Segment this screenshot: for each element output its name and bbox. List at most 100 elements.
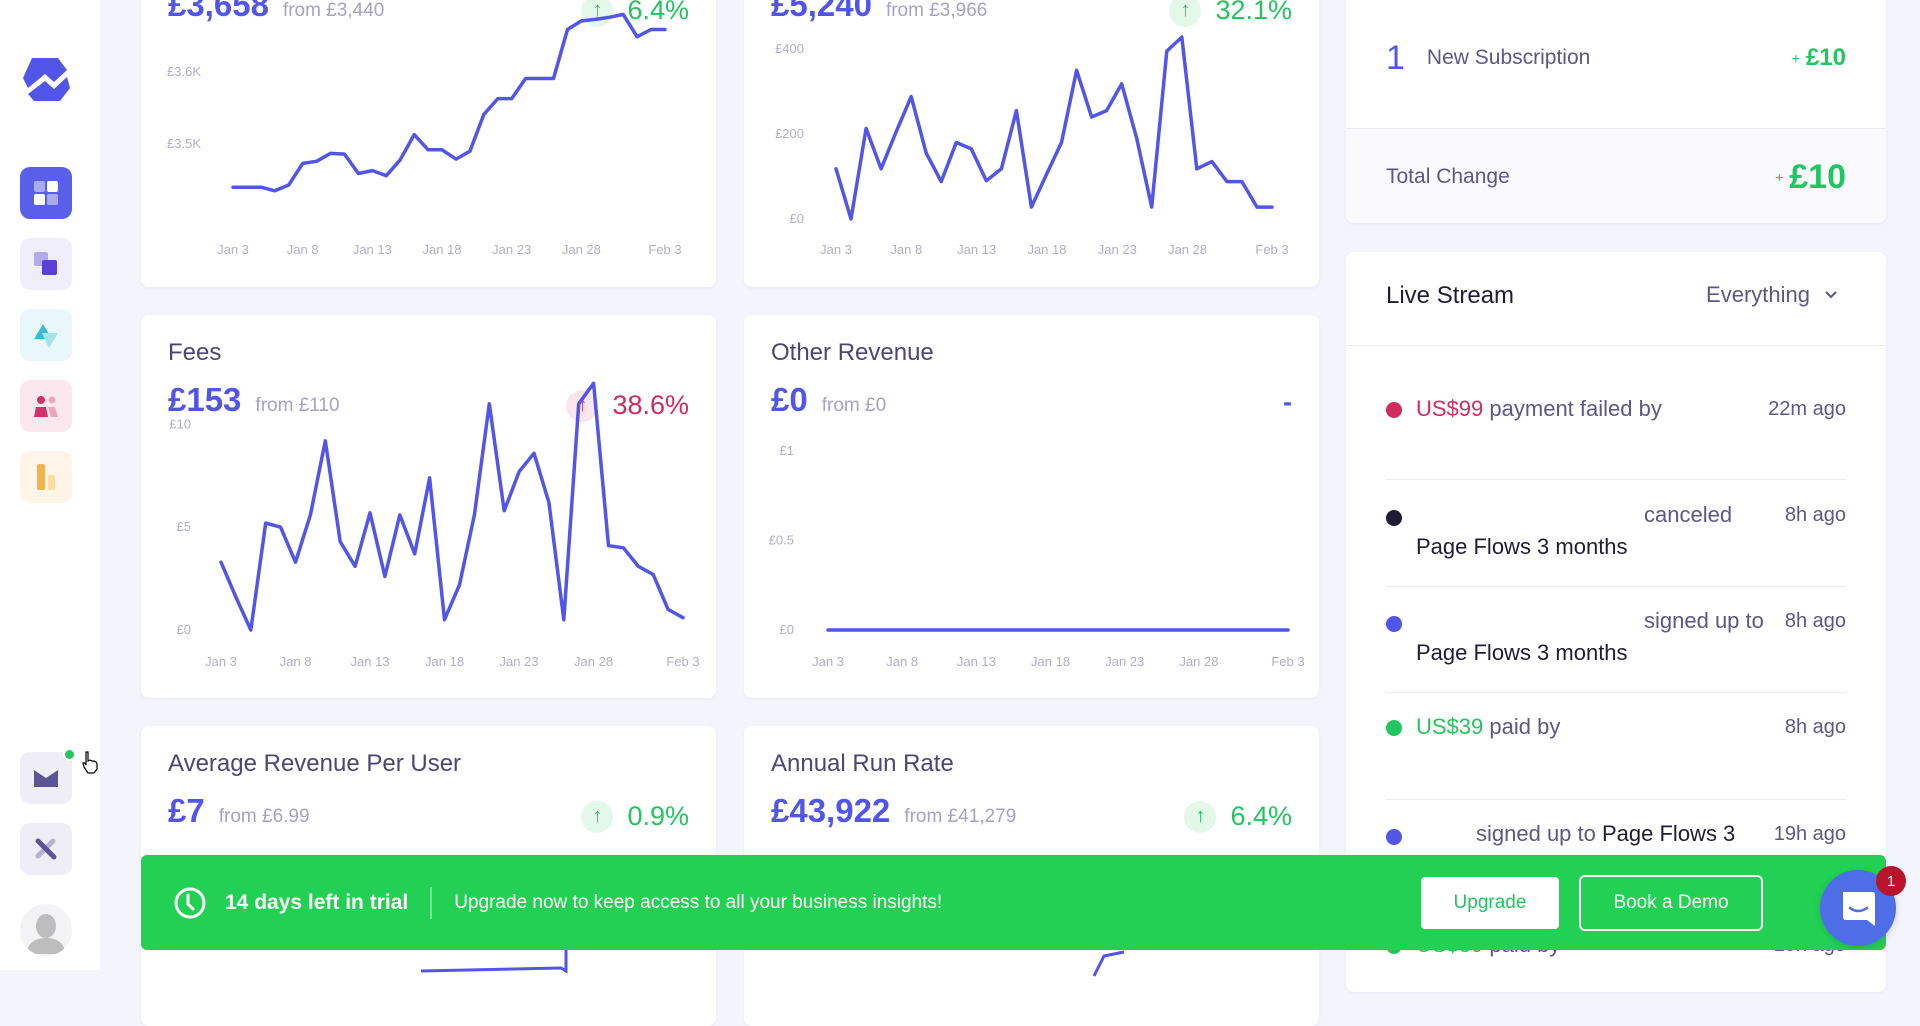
data-point[interactable]	[217, 558, 225, 566]
data-point[interactable]	[847, 215, 855, 223]
data-point[interactable]	[1284, 626, 1292, 634]
data-point[interactable]	[997, 165, 1005, 173]
data-point[interactable]	[321, 437, 329, 445]
data-point[interactable]	[647, 26, 655, 34]
data-point[interactable]	[1058, 139, 1066, 147]
data-point[interactable]	[285, 181, 293, 189]
data-point[interactable]	[1238, 178, 1246, 186]
data-point[interactable]	[396, 156, 404, 164]
data-point[interactable]	[679, 614, 687, 622]
data-point[interactable]	[262, 519, 270, 527]
data-point[interactable]	[382, 172, 390, 180]
data-point[interactable]	[313, 157, 321, 165]
data-point[interactable]	[824, 626, 832, 634]
data-point[interactable]	[515, 468, 523, 476]
data-point[interactable]	[967, 145, 975, 153]
data-point[interactable]	[452, 155, 460, 163]
data-point[interactable]	[937, 178, 945, 186]
data-point[interactable]	[591, 15, 599, 23]
user-avatar[interactable]	[20, 904, 72, 956]
data-point[interactable]	[590, 379, 598, 387]
data-point[interactable]	[1163, 47, 1171, 55]
sidebar-item-dashboard[interactable]	[20, 167, 72, 219]
data-point[interactable]	[545, 499, 553, 507]
data-point[interactable]	[1178, 33, 1186, 41]
data-point[interactable]	[605, 13, 613, 21]
data-point[interactable]	[327, 149, 335, 157]
data-point[interactable]	[1042, 170, 1050, 178]
data-point[interactable]	[426, 474, 434, 482]
live-stream-event[interactable]: canceled 8h ago Page Flows 3 months	[1386, 502, 1846, 582]
sidebar-item-insights[interactable]	[20, 309, 72, 361]
data-point[interactable]	[410, 131, 418, 139]
sidebar-item-reports[interactable]	[20, 451, 72, 503]
data-point[interactable]	[661, 26, 669, 34]
book-demo-button[interactable]: Book a Demo	[1579, 875, 1763, 931]
data-point[interactable]	[340, 150, 348, 158]
data-point[interactable]	[1148, 203, 1156, 211]
data-point[interactable]	[470, 511, 478, 519]
data-point[interactable]	[952, 139, 960, 147]
data-point[interactable]	[907, 93, 915, 101]
data-point[interactable]	[1118, 80, 1126, 88]
data-point[interactable]	[892, 128, 900, 136]
data-point[interactable]	[336, 538, 344, 546]
data-point[interactable]	[411, 550, 419, 558]
data-point[interactable]	[619, 544, 627, 552]
data-point[interactable]	[634, 562, 642, 570]
other-revenue-card[interactable]: Other Revenue £0 from £0 - £0 £0.5 £1 Jan 3…	[744, 315, 1319, 698]
data-point[interactable]	[522, 74, 530, 82]
data-point[interactable]	[530, 449, 538, 457]
data-point[interactable]	[1088, 113, 1096, 121]
data-point[interactable]	[604, 542, 612, 550]
data-point[interactable]	[633, 33, 641, 41]
data-point[interactable]	[381, 573, 389, 581]
data-point[interactable]	[455, 581, 463, 589]
data-point[interactable]	[368, 167, 376, 175]
data-point[interactable]	[536, 74, 544, 82]
data-point[interactable]	[550, 74, 558, 82]
data-point[interactable]	[563, 26, 571, 34]
data-point[interactable]	[396, 511, 404, 519]
live-stream-event[interactable]: signed up to 8h ago Page Flows 3 months	[1386, 608, 1846, 688]
data-point[interactable]	[494, 95, 502, 103]
data-point[interactable]	[1223, 178, 1231, 186]
sidebar-item-layers[interactable]	[20, 238, 72, 290]
data-point[interactable]	[560, 616, 568, 624]
baremetrics-logo-icon[interactable]	[18, 52, 73, 107]
upgrade-button[interactable]: Upgrade	[1421, 877, 1559, 929]
data-point[interactable]	[1103, 107, 1111, 115]
data-point[interactable]	[299, 159, 307, 167]
data-point[interactable]	[271, 187, 279, 195]
live-stream-event[interactable]: US$99 payment failed by 22m ago	[1386, 396, 1846, 476]
data-point[interactable]	[619, 10, 627, 18]
data-point[interactable]	[922, 149, 930, 157]
data-point[interactable]	[508, 95, 516, 103]
data-point[interactable]	[862, 124, 870, 132]
data-point[interactable]	[466, 147, 474, 155]
data-point[interactable]	[1012, 107, 1020, 115]
data-point[interactable]	[480, 110, 488, 118]
data-point[interactable]	[1193, 165, 1201, 173]
data-point[interactable]	[229, 183, 237, 191]
data-point[interactable]	[292, 558, 300, 566]
data-point[interactable]	[438, 146, 446, 154]
data-point[interactable]	[232, 593, 240, 601]
data-point[interactable]	[306, 511, 314, 519]
data-point[interactable]	[257, 183, 265, 191]
data-point[interactable]	[1027, 203, 1035, 211]
mrr-card[interactable]: £3,658 from £3,440 ↑ 6.4% £3.5K £3.6K Jan …	[141, 0, 716, 287]
net-revenue-card[interactable]: £5,240 from £3,966 ↑ 32.1% £0 £200 £400 Jan…	[744, 0, 1319, 287]
data-point[interactable]	[577, 17, 585, 25]
data-point[interactable]	[500, 507, 508, 515]
data-point[interactable]	[485, 400, 493, 408]
sidebar-item-inbox[interactable]	[20, 748, 76, 804]
data-point[interactable]	[243, 183, 251, 191]
data-point[interactable]	[424, 146, 432, 154]
data-point[interactable]	[832, 165, 840, 173]
live-stream-filter-dropdown[interactable]: Everything	[1706, 282, 1838, 308]
data-point[interactable]	[1133, 134, 1141, 142]
sidebar-item-tools[interactable]	[20, 823, 72, 875]
fees-card[interactable]: Fees £153 from £110 ↑ 38.6% £0£5£10Jan 3…	[141, 315, 716, 698]
data-point[interactable]	[1253, 203, 1261, 211]
